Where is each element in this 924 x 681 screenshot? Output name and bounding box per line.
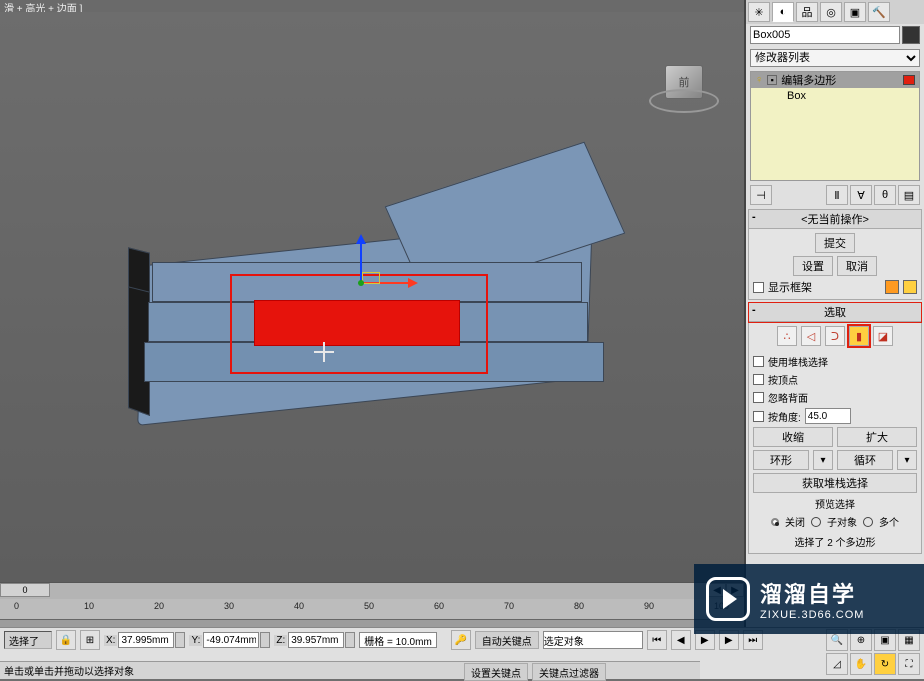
- ring-button[interactable]: 环形: [753, 450, 809, 470]
- preview-sel-label: 预览选择: [753, 496, 917, 511]
- viewport[interactable]: 前: [0, 12, 744, 582]
- settings-button[interactable]: 设置: [793, 256, 833, 276]
- transform-type-in-icon[interactable]: ⊞: [80, 630, 100, 650]
- cage-color-1[interactable]: [885, 280, 899, 294]
- use-stack-sel-checkbox[interactable]: [753, 356, 764, 367]
- remove-modifier-icon[interactable]: θ: [874, 185, 896, 205]
- ring-spinner[interactable]: ▾: [813, 450, 833, 470]
- by-vertex-checkbox[interactable]: [753, 374, 764, 385]
- configure-sets-icon[interactable]: ▤: [898, 185, 920, 205]
- subobj-polygon[interactable]: ▮: [849, 326, 869, 346]
- orbit-icon[interactable]: ↻: [874, 653, 896, 675]
- expand-icon[interactable]: ▪: [767, 75, 777, 85]
- stack-toolbar: ⊣ Ⅱ ∀ θ ▤: [746, 183, 924, 207]
- make-unique-icon[interactable]: ∀: [850, 185, 872, 205]
- object-name-input[interactable]: [750, 26, 900, 44]
- play-icon: [706, 577, 750, 621]
- shrink-button[interactable]: 收缩: [753, 427, 833, 447]
- show-end-result-icon[interactable]: Ⅱ: [826, 185, 848, 205]
- subobj-edge[interactable]: ◁: [801, 326, 821, 346]
- stack-box[interactable]: Box: [751, 88, 919, 104]
- y-input[interactable]: [203, 632, 259, 648]
- poly-model[interactable]: [120, 172, 620, 452]
- time-slider[interactable]: 0: [0, 583, 50, 597]
- viewcube[interactable]: 前: [644, 47, 724, 117]
- rollout-title: 选取: [824, 307, 846, 319]
- prompt-line: 单击或单击并拖动以选择对象: [0, 661, 460, 679]
- show-cage-checkbox[interactable]: [753, 282, 764, 293]
- modifier-list-dropdown[interactable]: 修改器列表: [750, 49, 920, 67]
- loop-button[interactable]: 循环: [837, 450, 893, 470]
- z-label: Z:: [274, 635, 287, 646]
- stack-item-label: Box: [787, 90, 806, 102]
- angle-spinner[interactable]: [805, 408, 851, 424]
- modifier-stack[interactable]: ♀ ▪ 编辑多边形 Box: [750, 71, 920, 181]
- x-label: X:: [104, 635, 117, 646]
- watermark-url: ZIXUE.3D66.COM: [760, 609, 864, 621]
- preview-off-radio[interactable]: [771, 518, 779, 526]
- tab-hierarchy[interactable]: 品: [796, 2, 818, 22]
- rollout-selection: -选取 ∴ ◁ ᑐ ▮ ◪ 使用堆栈选择 按顶点 忽略背面 按角度: 收缩 扩大…: [748, 302, 922, 554]
- pan-icon[interactable]: ✋: [850, 653, 872, 675]
- subobj-border[interactable]: ᑐ: [825, 326, 845, 346]
- grid-spacing: 栅格 = 10.0mm: [359, 632, 437, 648]
- key-icon[interactable]: 🔑: [451, 630, 471, 650]
- selection-info: 选择了 2 个多边形: [753, 532, 917, 549]
- tab-display[interactable]: ▣: [844, 2, 866, 22]
- loop-spinner[interactable]: ▾: [897, 450, 917, 470]
- x-spinner[interactable]: [175, 632, 185, 648]
- grow-button[interactable]: 扩大: [837, 427, 917, 447]
- stack-item-label: 编辑多边形: [781, 72, 836, 88]
- get-stack-sel-button[interactable]: 获取堆栈选择: [753, 473, 917, 493]
- key-filter-dropdown[interactable]: [543, 631, 643, 649]
- tab-modify[interactable]: ◐: [772, 2, 794, 22]
- stack-subobj-swatch: [903, 75, 915, 85]
- cursor-crosshair: [314, 342, 334, 362]
- z-spinner[interactable]: [345, 632, 355, 648]
- subobj-element[interactable]: ◪: [873, 326, 893, 346]
- object-color-swatch[interactable]: [902, 26, 920, 44]
- timeline[interactable]: 0 ◀ ▶ 0 10 20 30 40 50 60 70 80 90 100: [0, 582, 744, 627]
- y-label: Y:: [189, 635, 202, 646]
- by-angle-checkbox[interactable]: [753, 411, 764, 422]
- rollout-current-op: -<无当前操作> 提交 设置 取消 显示框架: [748, 209, 922, 300]
- fov-icon[interactable]: ◿: [826, 653, 848, 675]
- time-ruler[interactable]: 0 10 20 30 40 50 60 70 80 90 100: [0, 599, 744, 619]
- stack-edit-poly[interactable]: ♀ ▪ 编辑多边形: [751, 72, 919, 88]
- rollout-title: <无当前操作>: [801, 214, 869, 226]
- cage-color-2[interactable]: [903, 280, 917, 294]
- watermark-title: 溜溜自学: [760, 577, 864, 609]
- cancel-button[interactable]: 取消: [837, 256, 877, 276]
- commit-button[interactable]: 提交: [815, 233, 855, 253]
- set-key-button[interactable]: 设置关键点: [464, 663, 528, 681]
- lightbulb-icon[interactable]: ♀: [755, 74, 763, 86]
- x-input[interactable]: [118, 632, 174, 648]
- viewport-label: 滑 + 高光 + 边面 ]: [0, 0, 744, 12]
- status-bar: 选择了 🔒 ⊞ X: Y: Z: 栅格 = 10.0mm 🔑 自动关键点 ⏮ ◀…: [0, 627, 924, 679]
- panel-tabs: ✳ ◐ 品 ◎ ▣ 🔨: [746, 0, 924, 24]
- tab-motion[interactable]: ◎: [820, 2, 842, 22]
- key-filters-button[interactable]: 关键点过滤器: [532, 663, 606, 681]
- autokey-button[interactable]: 自动关键点: [475, 631, 539, 649]
- ignore-backface-checkbox[interactable]: [753, 392, 764, 403]
- goto-start-icon[interactable]: ⏮: [647, 630, 667, 650]
- preview-multi-radio[interactable]: [863, 517, 873, 527]
- maximize-viewport-icon[interactable]: ⛶: [898, 653, 920, 675]
- preview-subobj-radio[interactable]: [811, 517, 821, 527]
- move-gizmo[interactable]: [330, 252, 390, 312]
- selection-count: 选择了: [4, 631, 52, 649]
- pin-stack-icon[interactable]: ⊣: [750, 185, 772, 205]
- z-input[interactable]: [288, 632, 344, 648]
- tab-create[interactable]: ✳: [748, 2, 770, 22]
- subobj-vertex[interactable]: ∴: [777, 326, 797, 346]
- lock-selection-icon[interactable]: 🔒: [56, 630, 76, 650]
- y-spinner[interactable]: [260, 632, 270, 648]
- prev-frame-icon[interactable]: ◀: [671, 630, 691, 650]
- watermark: 溜溜自学 ZIXUE.3D66.COM: [694, 564, 924, 634]
- show-cage-label: 显示框架: [768, 279, 812, 295]
- tab-utilities[interactable]: 🔨: [868, 2, 890, 22]
- viewport-nav: 🔍 ⊕ ▣ ▦ ◿ ✋ ↻ ⛶: [826, 629, 920, 675]
